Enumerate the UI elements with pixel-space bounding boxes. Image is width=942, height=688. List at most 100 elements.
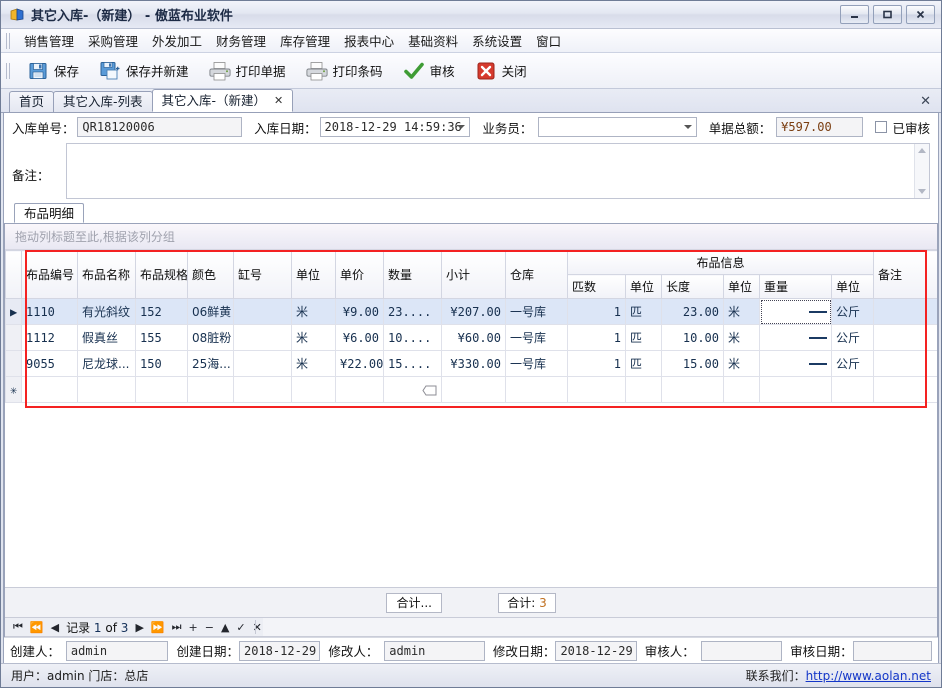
menu-item-reports[interactable]: 报表中心: [337, 28, 401, 53]
tab-other-inbound-new[interactable]: 其它入库-（新建） ✕: [152, 89, 294, 112]
cell-weight[interactable]: [760, 325, 832, 351]
table-row-new[interactable]: ✳: [6, 377, 938, 403]
col-length-unit[interactable]: 单位: [724, 275, 760, 299]
summary-left-button[interactable]: 合计...: [386, 593, 442, 613]
cell-qty[interactable]: 15....: [384, 351, 442, 377]
cell-color[interactable]: 06鲜黄: [188, 299, 234, 325]
close-button[interactable]: [906, 5, 935, 24]
audited-checkbox[interactable]: [875, 121, 887, 133]
cell-price[interactable]: [336, 377, 384, 403]
cell-spec[interactable]: 152: [136, 299, 188, 325]
cell-color[interactable]: 25海...: [188, 351, 234, 377]
col-length[interactable]: 长度: [662, 275, 724, 299]
menu-grip-icon[interactable]: [5, 33, 12, 49]
cell-store[interactable]: 一号库: [506, 299, 568, 325]
cell-spec[interactable]: 155: [136, 325, 188, 351]
order-no-input[interactable]: QR18120006: [77, 117, 242, 137]
cell-length[interactable]: [662, 377, 724, 403]
tab-close-icon[interactable]: ✕: [274, 90, 283, 112]
cell-qty[interactable]: 23....: [384, 299, 442, 325]
cell-remark[interactable]: [874, 325, 937, 351]
menu-item-basedata[interactable]: 基础资料: [401, 28, 465, 53]
cell-amount[interactable]: ¥330.00: [442, 351, 506, 377]
cell-remark[interactable]: [874, 377, 937, 403]
cell-amount[interactable]: [442, 377, 506, 403]
table-row[interactable]: 9055 尼龙球... 150 25海... 米 ¥22.00 15....: [6, 351, 938, 377]
cell-weight-unit[interactable]: 公斤: [832, 299, 874, 325]
cell-unit[interactable]: 米: [292, 351, 336, 377]
cell-color[interactable]: [188, 377, 234, 403]
grid-horizontal-scrollbar[interactable]: [263, 618, 937, 636]
cell-weight-unit[interactable]: 公斤: [832, 325, 874, 351]
cell-piece-unit[interactable]: 匹: [626, 299, 662, 325]
menu-item-window[interactable]: 窗口: [529, 28, 568, 53]
remark-textarea[interactable]: [66, 143, 930, 199]
audit-button[interactable]: 审核: [393, 57, 465, 85]
cell-vat[interactable]: [234, 377, 292, 403]
cell-price[interactable]: ¥9.00: [336, 299, 384, 325]
cell-price[interactable]: ¥22.00: [336, 351, 384, 377]
cell-piece-unit[interactable]: [626, 377, 662, 403]
cell-name[interactable]: 假真丝: [78, 325, 136, 351]
cell-code[interactable]: 9055: [22, 351, 78, 377]
cell-spec[interactable]: 150: [136, 351, 188, 377]
col-name[interactable]: 布品名称: [78, 251, 136, 299]
cell-weight-unit[interactable]: 公斤: [832, 351, 874, 377]
cell-pieces[interactable]: [568, 377, 626, 403]
nav-add-button[interactable]: +: [189, 621, 198, 634]
cell-code[interactable]: 1112: [22, 325, 78, 351]
cell-length[interactable]: 10.00: [662, 325, 724, 351]
cell-name[interactable]: 有光斜纹: [78, 299, 136, 325]
summary-count-button[interactable]: 合计: 3: [498, 593, 556, 613]
cell-unit[interactable]: 米: [292, 299, 336, 325]
col-code[interactable]: 布品编号: [22, 251, 78, 299]
save-button[interactable]: 保存: [17, 57, 89, 85]
cell-length[interactable]: 23.00: [662, 299, 724, 325]
save-and-new-button[interactable]: 保存并新建: [89, 57, 199, 85]
cell-pieces[interactable]: 1: [568, 351, 626, 377]
cell-vat[interactable]: [234, 299, 292, 325]
minimize-button[interactable]: [840, 5, 869, 24]
nav-next-page-button[interactable]: ⏩: [151, 621, 165, 634]
print-barcode-button[interactable]: 打印条码: [296, 57, 393, 85]
cell-store[interactable]: [506, 377, 568, 403]
col-weight[interactable]: 重量: [760, 275, 832, 299]
menu-item-inventory[interactable]: 库存管理: [273, 28, 337, 53]
cell-name[interactable]: [78, 377, 136, 403]
cell-amount[interactable]: ¥207.00: [442, 299, 506, 325]
col-weight-unit[interactable]: 单位: [832, 275, 874, 299]
cell-color[interactable]: 08脏粉: [188, 325, 234, 351]
menu-item-purchase[interactable]: 采购管理: [81, 28, 145, 53]
nav-edit-button[interactable]: ▲: [221, 621, 229, 634]
cell-piece-unit[interactable]: 匹: [626, 325, 662, 351]
cell-pieces[interactable]: 1: [568, 299, 626, 325]
cell-code[interactable]: [22, 377, 78, 403]
cell-remark[interactable]: [874, 351, 937, 377]
col-price[interactable]: 单价: [336, 251, 384, 299]
cell-qty[interactable]: 10....: [384, 325, 442, 351]
toolbar-grip-icon[interactable]: [5, 63, 12, 79]
cell-weight[interactable]: [760, 351, 832, 377]
cell-length-unit[interactable]: 米: [724, 299, 760, 325]
status-contact-link[interactable]: http://www.aolan.net: [806, 669, 931, 683]
cell-price[interactable]: ¥6.00: [336, 325, 384, 351]
cell-unit[interactable]: 米: [292, 325, 336, 351]
table-row[interactable]: ▶ 1110 有光斜纹 152 06鲜黄 米 ¥9.00 23....: [6, 299, 938, 325]
cell-piece-unit[interactable]: 匹: [626, 351, 662, 377]
col-qty[interactable]: 数量: [384, 251, 442, 299]
cell-weight[interactable]: [760, 299, 832, 325]
cell-vat[interactable]: [234, 351, 292, 377]
tab-home[interactable]: 首页: [9, 91, 54, 112]
col-spec[interactable]: 布品规格: [136, 251, 188, 299]
nav-delete-button[interactable]: −: [205, 621, 214, 634]
cell-pieces[interactable]: 1: [568, 325, 626, 351]
col-pieces[interactable]: 匹数: [568, 275, 626, 299]
tab-other-inbound-list[interactable]: 其它入库-列表: [53, 91, 153, 112]
remark-scrollbar[interactable]: [914, 144, 929, 198]
cell-length-unit[interactable]: [724, 377, 760, 403]
cell-store[interactable]: 一号库: [506, 351, 568, 377]
cell-code[interactable]: 1110: [22, 299, 78, 325]
cell-length-unit[interactable]: 米: [724, 325, 760, 351]
scroll-up-icon[interactable]: [918, 148, 926, 153]
detail-tab-fabric[interactable]: 布品明细: [14, 203, 84, 223]
